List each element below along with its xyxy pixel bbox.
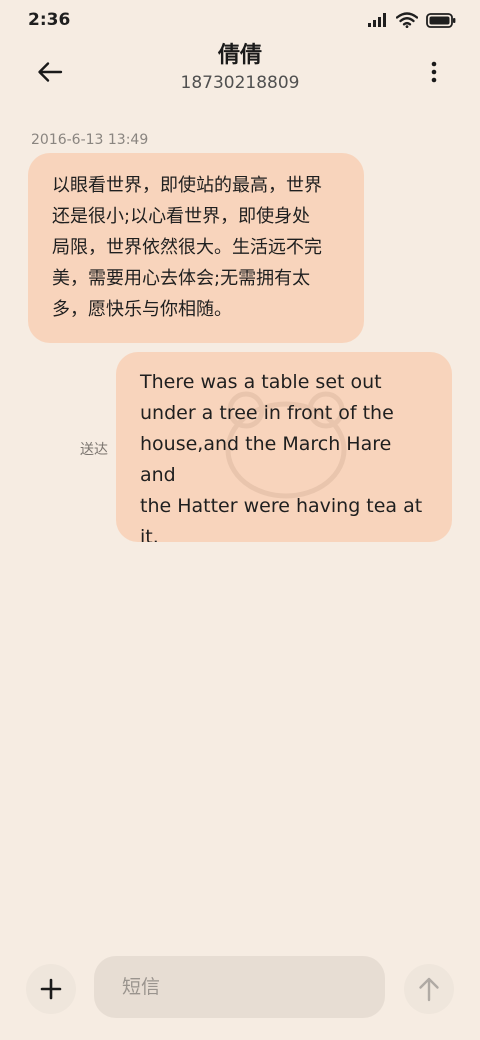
delivery-status: 送达 — [80, 442, 108, 458]
wifi-icon — [396, 12, 418, 28]
arrow-up-icon — [419, 977, 439, 1002]
add-attachment-button[interactable] — [26, 964, 76, 1014]
message-line: 以眼看世界，即使站的最高，世界 — [52, 175, 322, 196]
message-line: 多，愿快乐与你相随。 — [52, 299, 232, 320]
message-line: 还是很小;以心看世界，即使身处 — [52, 206, 311, 227]
message-line: 局限，世界依然很大。生活远不完 — [52, 237, 322, 258]
message-line: it. — [140, 526, 159, 542]
contact-name: 倩倩 — [217, 43, 262, 68]
plus-icon — [40, 978, 62, 1000]
message-input[interactable] — [94, 956, 385, 1018]
message-line: 美，需要用心去体会;无需拥有太 — [52, 268, 311, 289]
composer-bar — [0, 950, 480, 1030]
conversation-header: 倩倩 18730218809 — [0, 40, 480, 100]
outgoing-message-bubble[interactable]: There was a table set out under a tree i… — [116, 352, 452, 542]
message-line: house,and the March Hare and — [140, 433, 392, 486]
signal-icon — [368, 13, 386, 27]
more-options-button[interactable] — [422, 56, 446, 88]
message-line: There was a table set out — [140, 371, 382, 393]
status-time: 2:36 — [28, 10, 71, 30]
status-bar: 2:36 — [0, 0, 480, 40]
contact-number: 18730218809 — [180, 73, 300, 93]
message-line: the Hatter were having tea at — [140, 495, 423, 517]
message-line: under a tree in front of the — [140, 402, 394, 424]
message-timestamp: 2016-6-13 13:49 — [31, 132, 149, 148]
more-vertical-icon — [431, 61, 437, 83]
status-icons — [368, 12, 456, 28]
battery-icon — [426, 12, 456, 28]
contact-title: 倩倩 18730218809 — [0, 42, 480, 94]
send-button[interactable] — [404, 964, 454, 1014]
incoming-message-bubble[interactable]: 以眼看世界，即使站的最高，世界 还是很小;以心看世界，即使身处 局限，世界依然很… — [28, 153, 364, 343]
